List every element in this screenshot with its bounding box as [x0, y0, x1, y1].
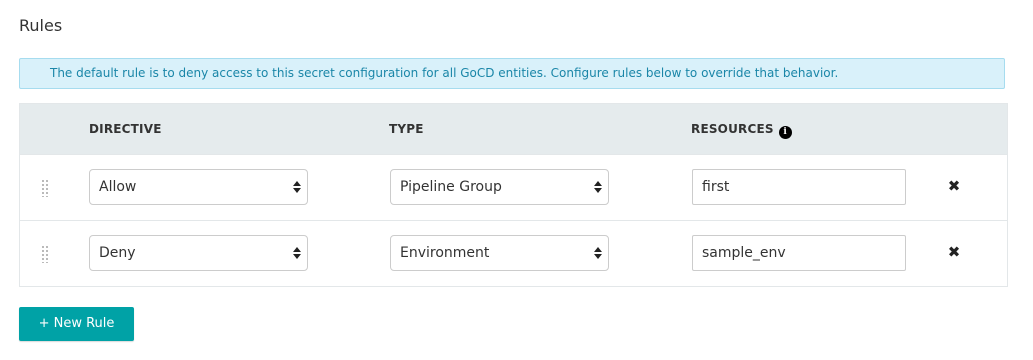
type-header: TYPE [389, 122, 424, 136]
resource-input[interactable]: first [692, 169, 906, 205]
info-banner: The default rule is to deny access to th… [19, 58, 1005, 89]
close-icon[interactable]: ✖ [947, 245, 961, 260]
type-select-value: Environment [400, 245, 490, 261]
type-select[interactable]: Environment [390, 235, 609, 271]
directive-select-value: Allow [99, 179, 137, 195]
rules-table: DIRECTIVE TYPE RESOURCES i Allow Pipeline… [19, 103, 1008, 287]
select-arrows-icon [594, 247, 602, 259]
directive-select-value: Deny [99, 245, 136, 261]
table-header: DIRECTIVE TYPE RESOURCES i [20, 104, 1007, 154]
directive-select[interactable]: Allow [89, 169, 308, 205]
close-icon[interactable]: ✖ [947, 179, 961, 194]
table-row: Allow Pipeline Group first ✖ [20, 154, 1007, 220]
select-arrows-icon [293, 247, 301, 259]
resources-header-label: RESOURCES [691, 122, 774, 136]
type-select[interactable]: Pipeline Group [390, 169, 609, 205]
resources-header: RESOURCES i [691, 122, 792, 139]
drag-handle-icon[interactable] [41, 245, 49, 263]
directive-select[interactable]: Deny [89, 235, 308, 271]
select-arrows-icon [594, 181, 602, 193]
resource-input[interactable]: sample_env [692, 235, 906, 271]
directive-header: DIRECTIVE [89, 122, 162, 136]
type-select-value: Pipeline Group [400, 179, 502, 195]
new-rule-button[interactable]: + New Rule [19, 307, 134, 341]
select-arrows-icon [293, 181, 301, 193]
section-title: Rules [19, 16, 63, 35]
drag-handle-icon[interactable] [41, 179, 49, 197]
info-circle-icon[interactable]: i [778, 126, 792, 139]
table-row: Deny Environment sample_env ✖ [20, 220, 1007, 286]
